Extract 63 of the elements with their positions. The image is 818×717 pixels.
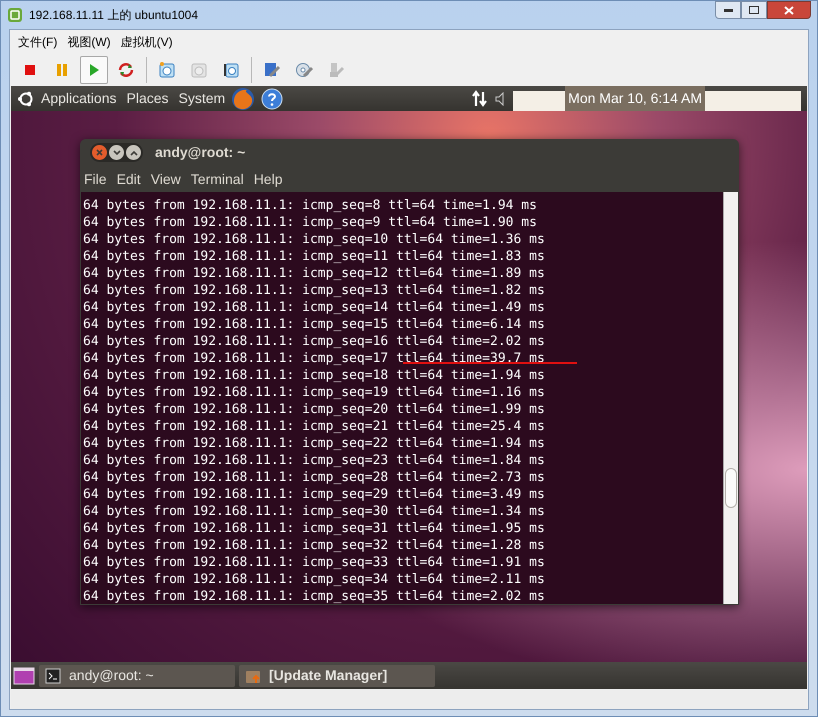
terminal-line: 64 bytes from 192.168.11.1: icmp_seq=35 ttl=64 time=2.02 ms <box>83 589 545 604</box>
menu-item[interactable]: Edit <box>116 168 141 190</box>
terminal-line: 64 bytes from 192.168.11.1: icmp_seq=22 ttl=64 time=1.94 ms <box>83 436 545 451</box>
terminal-line: 64 bytes from 192.168.11.1: icmp_seq=34 ttl=64 time=2.11 ms <box>83 572 545 587</box>
terminal-line: 64 bytes from 192.168.11.1: icmp_seq=10 ttl=64 time=1.36 ms <box>83 232 545 247</box>
minimize-icon <box>724 8 732 12</box>
terminal-line: 64 bytes from 192.168.11.1: icmp_seq=8 ttl=64 time=1.94 ms <box>83 198 537 213</box>
terminal-line: 64 bytes from 192.168.11.1: icmp_seq=21 ttl=64 time=25.4 ms <box>83 419 545 434</box>
terminal-line: 64 bytes from 192.168.11.1: icmp_seq=20 ttl=64 time=1.99 ms <box>83 402 545 417</box>
terminal-line: 64 bytes from 192.168.11.1: icmp_seq=12 ttl=64 time=1.89 ms <box>83 266 545 281</box>
panel-menu[interactable]: System <box>178 88 226 109</box>
terminal-line: 64 bytes from 192.168.11.1: icmp_seq=28 ttl=64 time=2.73 ms <box>83 470 545 485</box>
terminal-line: 64 bytes from 192.168.11.1: icmp_seq=13 ttl=64 time=1.82 ms <box>83 283 545 298</box>
terminal-line: 64 bytes from 192.168.11.1: icmp_seq=31 ttl=64 time=1.95 ms <box>83 521 545 536</box>
ubuntu-logo-icon[interactable] <box>17 90 35 108</box>
firefox-icon[interactable] <box>231 86 256 110</box>
terminal-line: 64 bytes from 192.168.11.1: icmp_seq=17 ttl=64 time=39.7 ms <box>83 351 545 366</box>
minimize-button[interactable] <box>109 145 124 160</box>
menu-item[interactable]: View <box>150 168 181 190</box>
menu-item[interactable]: 虚拟机(V) <box>120 33 173 51</box>
menu-item[interactable]: File <box>84 168 107 190</box>
panel-menu[interactable]: Applications <box>41 88 116 109</box>
clock[interactable]: Mon Mar 10, 6:14 AM <box>565 86 705 111</box>
window-title: andy@root: ~ <box>155 143 246 162</box>
terminal-line: 64 bytes from 192.168.11.1: icmp_seq=9 ttl=64 time=1.90 ms <box>83 215 537 230</box>
window-title: 192.168.11.11 上的 ubuntu1004 <box>29 7 198 24</box>
terminal-line: 64 bytes from 192.168.11.1: icmp_seq=23 ttl=64 time=1.84 ms <box>83 453 545 468</box>
terminal-icon <box>45 668 61 684</box>
terminal-line: 64 bytes from 192.168.11.1: icmp_seq=11 ttl=64 time=1.83 ms <box>83 249 545 264</box>
close-button[interactable] <box>767 1 811 19</box>
redaction-patch <box>513 91 566 111</box>
maximize-button[interactable] <box>741 1 767 19</box>
chevron-up-icon <box>130 150 138 156</box>
close-icon <box>784 6 794 14</box>
terminal-line: 64 bytes from 192.168.11.1: icmp_seq=30 ttl=64 time=1.34 ms <box>83 504 545 519</box>
disc-icon <box>295 61 313 79</box>
menu-item[interactable]: 视图(W) <box>67 33 111 51</box>
terminal-line: 64 bytes from 192.168.11.1: icmp_seq=33 ttl=64 time=1.91 ms <box>83 555 545 570</box>
close-icon <box>96 149 103 156</box>
chevron-down-icon <box>112 150 120 156</box>
taskbar-button[interactable]: [Update Manager] <box>239 664 435 686</box>
scrollbar[interactable] <box>723 192 738 604</box>
panel-menu[interactable]: Places <box>126 88 169 109</box>
menu-item[interactable]: 文件(F) <box>18 33 58 51</box>
network-icon[interactable] <box>471 90 490 108</box>
terminal-line: 64 bytes from 192.168.11.1: icmp_seq=14 ttl=64 time=1.49 ms <box>83 300 545 315</box>
refresh-icon <box>117 61 135 79</box>
terminal-line: 64 bytes from 192.168.11.1: icmp_seq=19 ttl=64 time=1.16 ms <box>83 385 545 400</box>
help-icon[interactable] <box>261 88 284 110</box>
maximize-icon <box>749 6 759 14</box>
terminal-line: 64 bytes from 192.168.11.1: icmp_seq=15 ttl=64 time=6.14 ms <box>83 317 545 332</box>
menu-item[interactable]: Terminal <box>190 168 244 190</box>
terminal-line: 64 bytes from 192.168.11.1: icmp_seq=32 ttl=64 time=1.28 ms <box>83 538 545 553</box>
terminal-line: 64 bytes from 192.168.11.1: icmp_seq=16 ttl=64 time=2.02 ms <box>83 334 545 349</box>
minimize-button[interactable] <box>715 1 741 19</box>
close-button[interactable] <box>92 145 107 160</box>
terminal-line: 64 bytes from 192.168.11.1: icmp_seq=18 ttl=64 time=1.94 ms <box>83 368 545 383</box>
desktop-icon[interactable] <box>13 666 35 684</box>
terminal-line: 64 bytes from 192.168.11.1: icmp_seq=29 ttl=64 time=3.49 ms <box>83 487 545 502</box>
app-icon <box>7 7 23 23</box>
maximize-button[interactable] <box>126 145 141 160</box>
menu-item[interactable]: Help <box>254 168 282 190</box>
taskbar-button[interactable]: andy@root: ~ <box>39 664 235 686</box>
